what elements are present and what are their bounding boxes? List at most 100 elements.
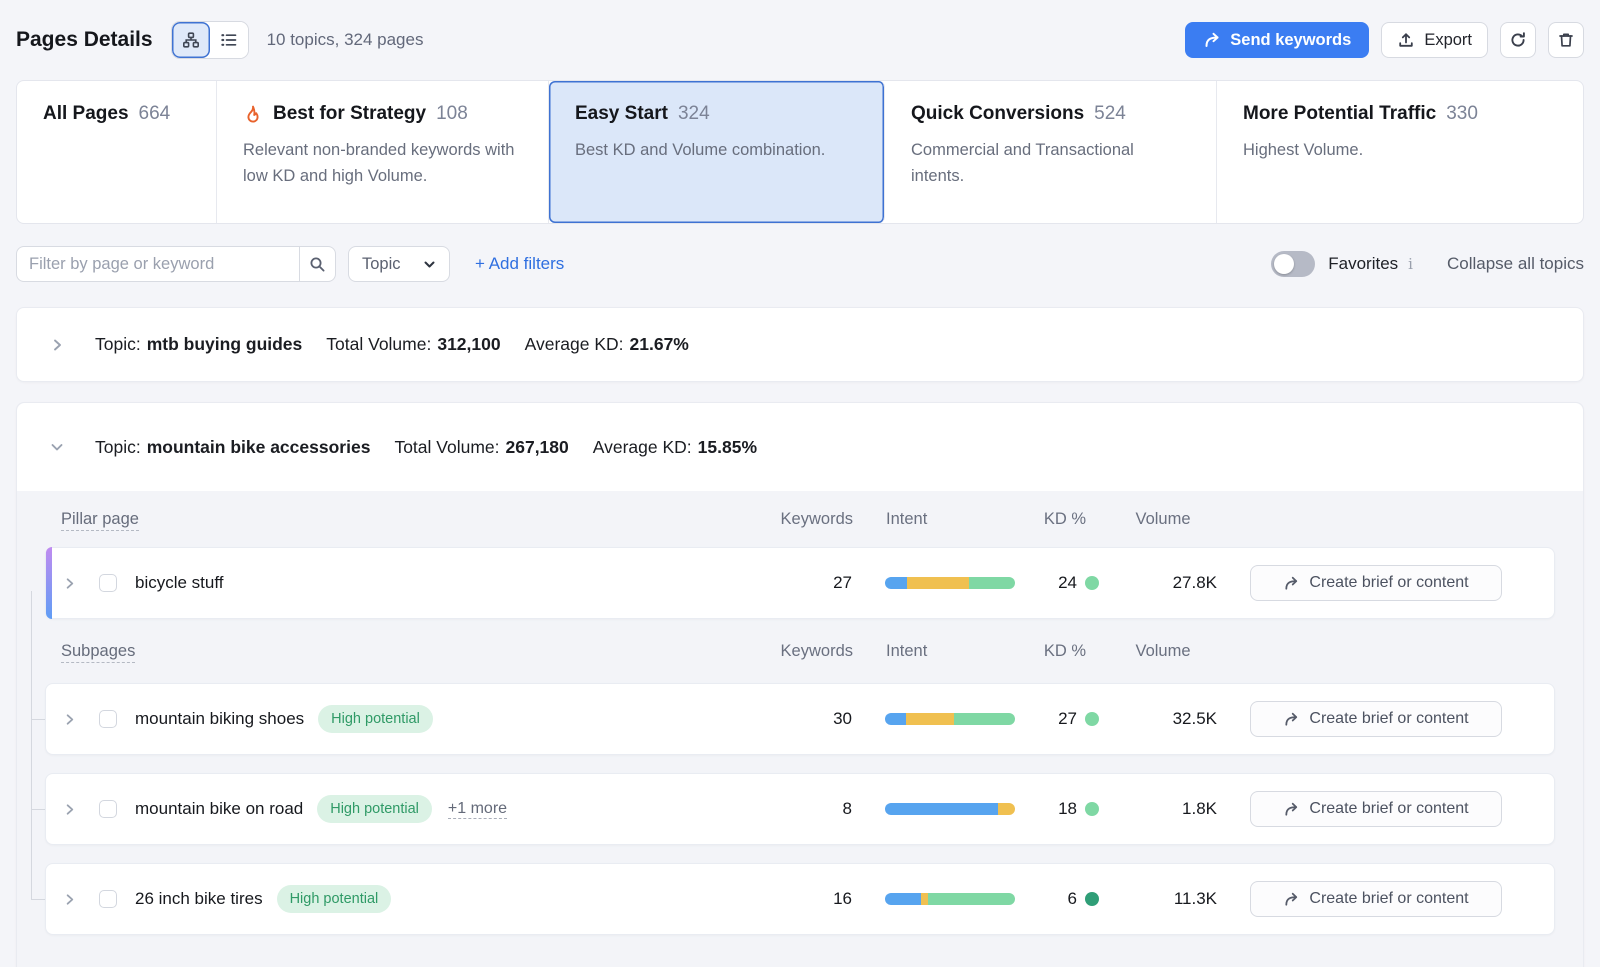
kd-dot [1085,802,1099,816]
topics-pages-summary: 10 topics, 324 pages [267,30,424,50]
send-keywords-label: Send keywords [1230,31,1351,50]
intent-segment-blue [885,893,921,905]
row-checkbox[interactable] [99,574,117,592]
tab-all-pages[interactable]: All Pages 664 [17,81,217,223]
volume-value: 1.8K [1107,799,1217,819]
send-keywords-button[interactable]: Send keywords [1185,22,1369,58]
export-button[interactable]: Export [1381,22,1488,58]
add-filters-link[interactable]: + Add filters [475,254,564,274]
search-input[interactable] [16,246,299,282]
trash-icon [1557,31,1575,49]
intent-segment-blue [885,803,998,815]
total-volume-value: 312,100 [437,334,500,355]
volume-value: 27.8K [1107,573,1217,593]
chevron-right-icon[interactable] [49,337,65,353]
tree-connector [31,809,45,810]
intent-segment-yellow [998,803,1015,815]
row-checkbox[interactable] [99,800,117,818]
topic-header[interactable]: Topic: mountain bike accessories Total V… [17,403,1583,491]
intent-segment-green [928,893,1015,905]
refresh-icon [1509,31,1527,49]
row-checkbox[interactable] [99,710,117,728]
send-arrow-icon [1283,801,1300,818]
search-button[interactable] [299,246,336,282]
filter-bar: Topic + Add filters Favorites i Collapse… [16,246,1584,282]
topic-header[interactable]: Topic: mtb buying guides Total Volume: 3… [17,308,1583,381]
fire-icon [243,104,263,124]
tab-label: More Potential Traffic [1243,103,1436,125]
create-brief-label: Create brief or content [1309,710,1468,728]
column-header-intent: Intent [886,642,1016,661]
intent-segment-yellow [906,713,954,725]
intent-segment-blue [885,713,906,725]
page-title: mountain biking shoes [135,709,304,729]
refresh-button[interactable] [1500,22,1536,58]
intent-bar [885,713,1015,725]
kd-dot [1085,892,1099,906]
keywords-count: 30 [732,709,852,729]
pillar-page-section-label: Pillar page [61,510,139,531]
topic-dropdown-label: Topic [362,255,401,274]
tab-easy-start[interactable]: Easy Start 324 Best KD and Volume combin… [549,81,885,223]
favorites-label: Favorites [1328,254,1398,274]
create-brief-label: Create brief or content [1309,574,1468,592]
hierarchy-view-button[interactable] [172,22,210,58]
send-arrow-icon [1283,711,1300,728]
page-filter-tabs: All Pages 664 Best for Strategy 108 Rele… [16,80,1584,224]
favorites-toggle[interactable] [1271,251,1315,277]
chevron-right-icon[interactable] [62,892,77,907]
table-row-subpage: mountain biking shoes High potential 30 … [45,683,1555,755]
volume-value: 32.5K [1107,709,1217,729]
info-icon[interactable]: i [1408,255,1413,273]
top-bar: Pages Details 10 topics, 324 pages [0,0,1600,80]
top-actions: Send keywords Export [1185,22,1584,58]
create-brief-label: Create brief or content [1309,890,1468,908]
more-badges-link[interactable]: +1 more [448,800,507,819]
chevron-right-icon[interactable] [62,802,77,817]
table-row-subpage: mountain bike on road High potential +1 … [45,773,1555,845]
search-icon [309,256,326,273]
tab-count: 324 [678,103,710,125]
tree-connector [31,719,45,720]
tab-quick-conversions[interactable]: Quick Conversions 524 Commercial and Tra… [885,81,1217,223]
chevron-right-icon[interactable] [62,576,77,591]
keywords-count: 27 [732,573,852,593]
tree-connector [31,591,32,899]
keywords-count: 8 [732,799,852,819]
high-potential-badge: High potential [318,705,433,733]
chevron-down-icon[interactable] [49,439,65,455]
create-brief-button[interactable]: Create brief or content [1250,791,1502,827]
column-header-volume: Volume [1108,642,1218,661]
column-header-kd: KD % [1030,510,1100,529]
list-view-button[interactable] [210,22,248,58]
search-group [16,246,336,282]
tree-connector [31,899,45,900]
intent-bar [885,893,1015,905]
average-kd-value: 15.85% [698,437,757,458]
total-volume-label: Total Volume: [394,437,499,458]
tab-label: All Pages [43,103,129,125]
create-brief-button[interactable]: Create brief or content [1250,701,1502,737]
page-title: bicycle stuff [135,573,224,593]
topic-summary-text: Topic: mtb buying guides Total Volume: 3… [95,334,689,355]
table-row-subpage: 26 inch bike tires High potential 16 6 1… [45,863,1555,935]
tab-count: 108 [436,103,468,125]
subpages-section-label: Subpages [61,642,135,663]
column-header-keywords: Keywords [733,510,853,529]
tab-more-potential-traffic[interactable]: More Potential Traffic 330 Highest Volum… [1217,81,1583,223]
create-brief-button[interactable]: Create brief or content [1250,881,1502,917]
kd-value: 18 [1058,799,1077,819]
topic-name: mtb buying guides [147,334,303,355]
collapse-all-topics-link[interactable]: Collapse all topics [1447,254,1584,274]
total-volume-value: 267,180 [506,437,569,458]
chevron-right-icon[interactable] [62,712,77,727]
view-toggle [171,21,249,59]
row-checkbox[interactable] [99,890,117,908]
tab-count: 524 [1094,103,1126,125]
topic-dropdown[interactable]: Topic [348,246,450,282]
delete-button[interactable] [1548,22,1584,58]
topic-card-mtb-buying-guides: Topic: mtb buying guides Total Volume: 3… [16,307,1584,382]
tab-best-for-strategy[interactable]: Best for Strategy 108 Relevant non-brand… [217,81,549,223]
create-brief-button[interactable]: Create brief or content [1250,565,1502,601]
subpages-header-row: Subpages Keywords Intent KD % Volume [45,619,1555,683]
